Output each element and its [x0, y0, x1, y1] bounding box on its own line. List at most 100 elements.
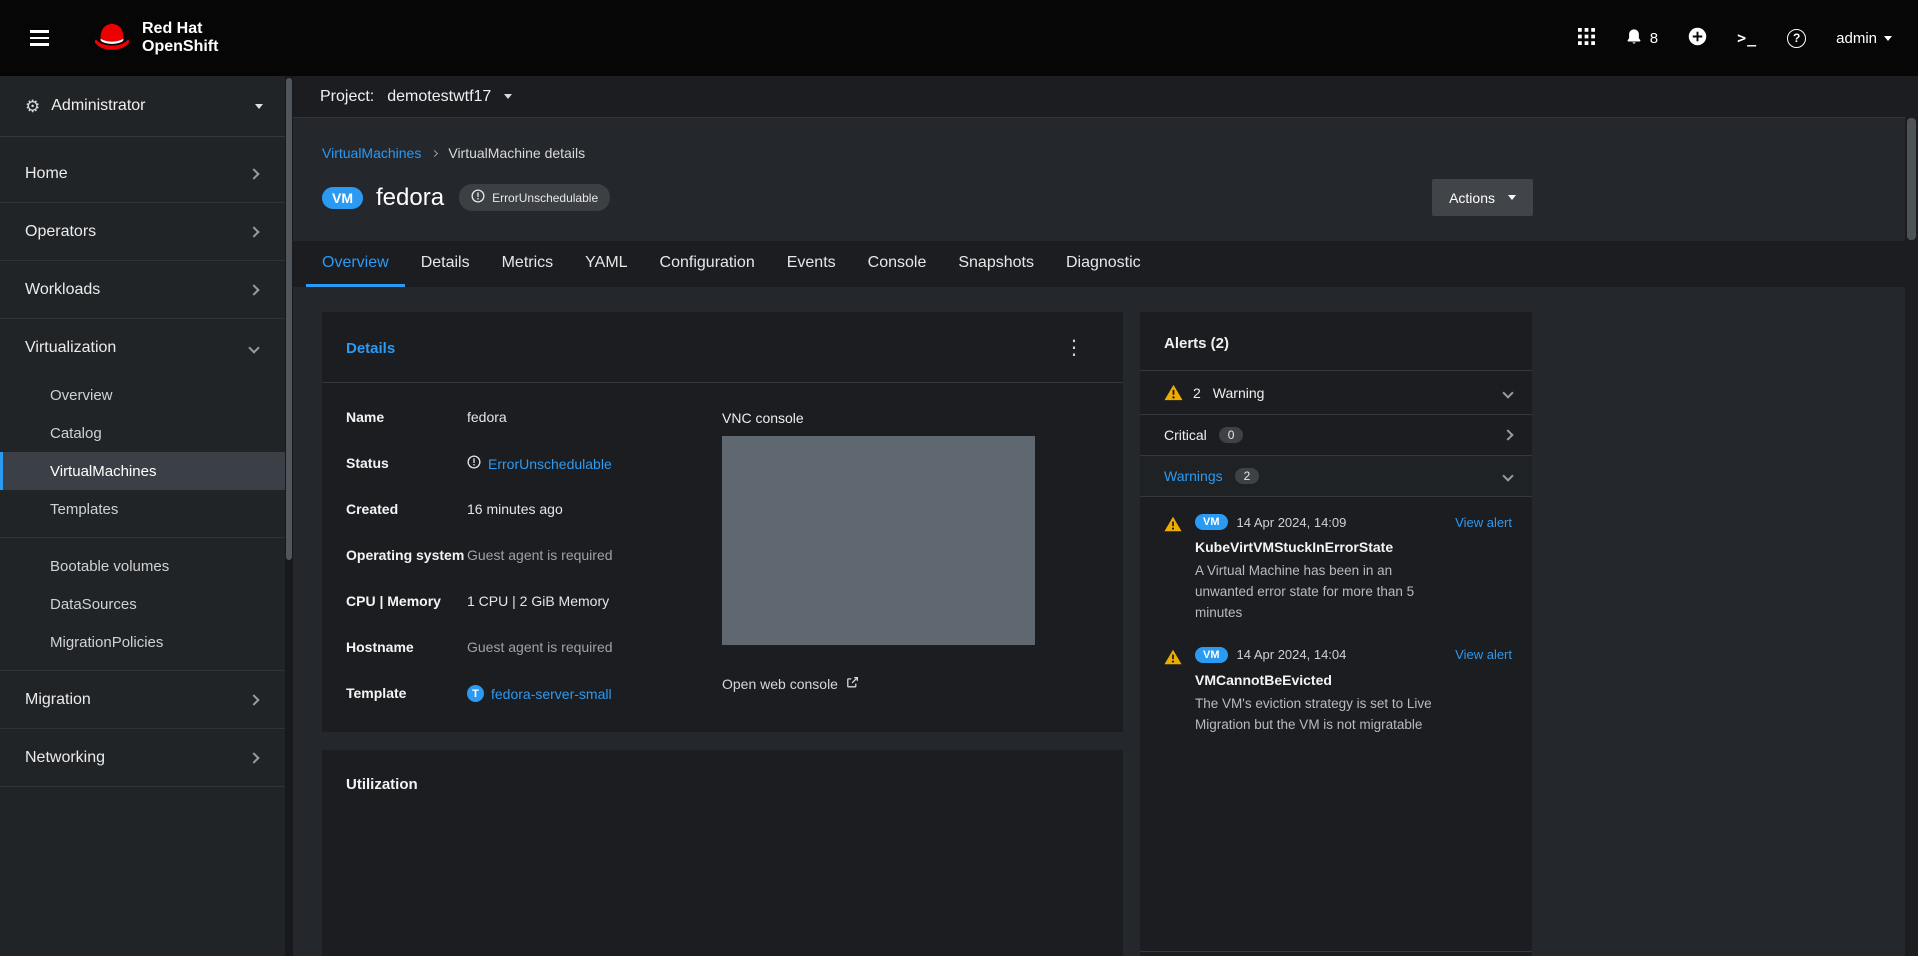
chevron-down-icon: [1502, 387, 1513, 398]
sidebar-item-operators[interactable]: Operators: [0, 203, 285, 260]
vnc-console-label: VNC console: [722, 410, 1035, 426]
alert-description: A Virtual Machine has been in an unwante…: [1195, 561, 1440, 624]
tab-snapshots[interactable]: Snapshots: [942, 241, 1050, 287]
page-header: VirtualMachines VirtualMachine details V…: [293, 118, 1533, 241]
vnc-console-preview[interactable]: [722, 436, 1035, 645]
tab-bar: Overview Details Metrics YAML Configurat…: [293, 241, 1905, 287]
alerts-warning-summary-toggle[interactable]: 2 Warning: [1140, 370, 1532, 415]
view-alert-link[interactable]: View alert: [1455, 647, 1512, 662]
open-web-console-link[interactable]: Open web console: [722, 676, 859, 692]
alerts-warnings-group[interactable]: Warnings 2: [1140, 456, 1532, 497]
sidebar-item-home[interactable]: Home: [0, 145, 285, 202]
sidebar-nav: ⚙ Administrator Home Operators Workloads: [0, 76, 293, 956]
alert-description: The VM's eviction strategy is set to Liv…: [1195, 694, 1440, 736]
tab-events[interactable]: Events: [771, 241, 852, 287]
warning-triangle-icon: [1164, 649, 1182, 665]
sidebar-item-virt-overview[interactable]: Overview: [0, 376, 285, 414]
grid-icon: [1578, 28, 1595, 49]
alerts-card: Alerts (2) 2 Warning Critical 0 Warnings…: [1140, 312, 1532, 956]
sidebar-item-datasources[interactable]: DataSources: [0, 585, 285, 623]
alert-timestamp: 14 Apr 2024, 14:09: [1237, 515, 1347, 530]
help-button[interactable]: ?: [1787, 29, 1806, 48]
exclamation-circle-icon: [471, 189, 485, 206]
chevron-right-icon: [248, 694, 259, 705]
sidebar-item-workloads[interactable]: Workloads: [0, 261, 285, 318]
page-scrollbar-thumb[interactable]: [1907, 118, 1916, 240]
sidebar-scrollbar-thumb[interactable]: [286, 78, 292, 560]
tab-yaml[interactable]: YAML: [569, 241, 643, 287]
username: admin: [1836, 30, 1877, 47]
web-terminal-button[interactable]: >_: [1737, 29, 1757, 47]
tab-metrics[interactable]: Metrics: [486, 241, 570, 287]
perspective-switcher[interactable]: ⚙ Administrator: [0, 76, 285, 137]
project-label: Project:: [320, 88, 374, 106]
details-field-hostname: Hostname Guest agent is required: [346, 639, 722, 656]
tab-details[interactable]: Details: [405, 241, 486, 287]
sidebar-item-networking[interactable]: Networking: [0, 729, 285, 786]
menu-toggle-button[interactable]: [26, 26, 53, 50]
details-field-template: Template T fedora-server-small: [346, 685, 722, 702]
chevron-right-icon: [248, 284, 259, 295]
warning-triangle-icon: [1164, 384, 1183, 401]
tab-configuration[interactable]: Configuration: [644, 241, 771, 287]
sidebar-item-migrationpolicies[interactable]: MigrationPolicies: [0, 623, 285, 661]
chevron-down-icon: [248, 342, 259, 353]
sidebar-item-virtualization[interactable]: Virtualization: [0, 319, 285, 376]
perspective-label: Administrator: [51, 97, 145, 115]
chevron-right-icon: [248, 168, 259, 179]
caret-down-icon: [255, 104, 263, 109]
user-menu[interactable]: admin: [1836, 30, 1892, 47]
page-title: fedora: [376, 184, 444, 212]
sidebar-item-catalog[interactable]: Catalog: [0, 414, 285, 452]
alert-item: VM 14 Apr 2024, 14:04 View alert VMCanno…: [1140, 630, 1532, 742]
sidebar-item-migration[interactable]: Migration: [0, 671, 285, 728]
alert-name: VMCannotBeEvicted: [1195, 672, 1512, 688]
app-launcher-button[interactable]: [1578, 28, 1595, 49]
template-link[interactable]: fedora-server-small: [491, 686, 612, 702]
view-alert-link[interactable]: View alert: [1455, 515, 1512, 530]
project-selector[interactable]: Project: demotestwtf17: [293, 76, 1905, 118]
notifications-button[interactable]: 8: [1625, 27, 1658, 50]
chevron-down-icon: [1502, 470, 1513, 481]
status-link[interactable]: ErrorUnschedulable: [488, 456, 612, 472]
sidebar-item-templates[interactable]: Templates: [0, 490, 285, 528]
alerts-info-group[interactable]: Info: [1140, 951, 1532, 956]
tab-diagnostic[interactable]: Diagnostic: [1050, 241, 1157, 287]
alerts-critical-group[interactable]: Critical 0: [1140, 415, 1532, 456]
details-field-name: Name fedora: [346, 409, 722, 426]
details-field-status: Status ErrorUnschedulable: [346, 455, 722, 472]
tab-overview[interactable]: Overview: [306, 241, 405, 287]
hamburger-icon: [30, 30, 49, 33]
details-card: Details ⋮ Name fedora Status: [322, 312, 1123, 732]
actions-dropdown-button[interactable]: Actions: [1432, 179, 1533, 216]
main-content: Project: demotestwtf17 VirtualMachines V…: [293, 76, 1905, 956]
quick-create-button[interactable]: [1688, 27, 1707, 50]
details-card-title-link[interactable]: Details: [346, 340, 395, 357]
details-field-created: Created 16 minutes ago: [346, 501, 722, 518]
vm-status-badge[interactable]: ErrorUnschedulable: [459, 184, 610, 211]
vm-kind-badge: VM: [1195, 514, 1228, 530]
chevron-right-icon: [248, 752, 259, 763]
details-kebab-menu[interactable]: ⋮: [1064, 338, 1084, 358]
exclamation-circle-icon: [467, 455, 481, 472]
sidebar-item-virtualmachines[interactable]: VirtualMachines: [0, 452, 285, 490]
page-scrollbar[interactable]: [1905, 76, 1918, 956]
bell-icon: [1625, 27, 1643, 50]
brand-logo[interactable]: Red Hat OpenShift: [91, 20, 218, 57]
details-field-os: Operating system Guest agent is required: [346, 547, 722, 564]
critical-count-badge: 0: [1219, 427, 1244, 443]
breadcrumb-virtualmachines-link[interactable]: VirtualMachines: [322, 145, 421, 161]
alert-name: KubeVirtVMStuckInErrorState: [1195, 539, 1512, 555]
tab-console[interactable]: Console: [852, 241, 943, 287]
utilization-card-title: Utilization: [346, 776, 418, 793]
chevron-right-icon: [1502, 429, 1513, 440]
terminal-icon: >_: [1737, 29, 1757, 47]
sidebar-scrollbar[interactable]: [285, 76, 293, 956]
sidebar-item-bootable-volumes[interactable]: Bootable volumes: [0, 547, 285, 585]
vm-kind-badge: VM: [322, 187, 363, 209]
vm-status-text: ErrorUnschedulable: [492, 191, 598, 205]
alert-timestamp: 14 Apr 2024, 14:04: [1237, 647, 1347, 662]
breadcrumb-current: VirtualMachine details: [448, 145, 585, 161]
warnings-count-badge: 2: [1235, 468, 1260, 484]
divider: [0, 537, 285, 538]
